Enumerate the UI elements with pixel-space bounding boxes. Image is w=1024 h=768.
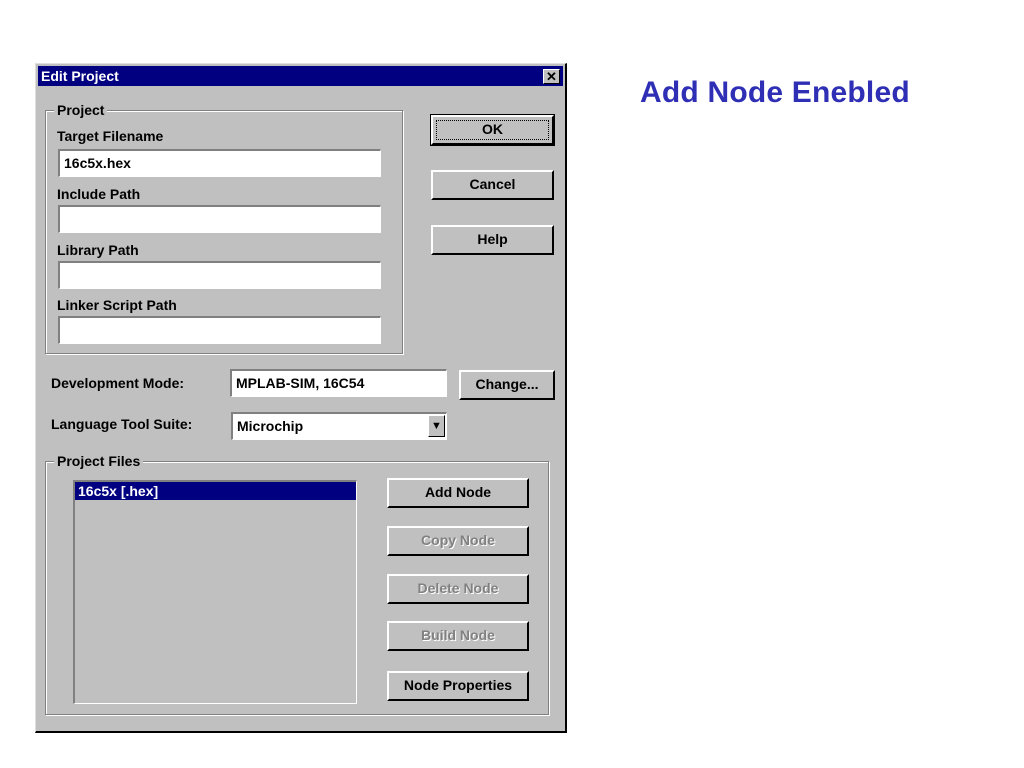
include-path-field[interactable]: [58, 205, 381, 233]
dialog-titlebar[interactable]: Edit Project ✕: [38, 66, 563, 86]
linker-script-path-label: Linker Script Path: [57, 297, 177, 313]
build-node-button[interactable]: Build Node: [387, 621, 529, 651]
delete-node-button[interactable]: Delete Node: [387, 574, 529, 604]
change-button[interactable]: Change...: [459, 370, 555, 400]
focus-rectangle: [436, 120, 549, 140]
slide-caption: Add Node Enebled: [640, 76, 910, 109]
development-mode-label: Development Mode:: [51, 375, 185, 391]
close-icon[interactable]: ✕: [543, 69, 560, 84]
target-filename-label: Target Filename: [57, 128, 164, 144]
help-button[interactable]: Help: [431, 225, 554, 255]
language-tool-suite-label: Language Tool Suite:: [51, 416, 193, 432]
language-tool-suite-select[interactable]: Microchip ▼: [231, 412, 447, 440]
language-tool-suite-value: Microchip: [237, 418, 304, 434]
add-node-button[interactable]: Add Node: [387, 478, 529, 508]
library-path-label: Library Path: [57, 242, 139, 258]
project-group-label: Project: [54, 102, 108, 118]
library-path-field[interactable]: [58, 261, 381, 289]
ok-button[interactable]: OK: [430, 114, 555, 146]
project-files-label: Project Files: [54, 453, 144, 469]
include-path-label: Include Path: [57, 186, 141, 202]
development-mode-field: MPLAB-SIM, 16C54: [230, 369, 447, 397]
list-item[interactable]: 16c5x [.hex]: [75, 482, 356, 500]
target-filename-field[interactable]: 16c5x.hex: [58, 149, 381, 177]
node-properties-button[interactable]: Node Properties: [387, 671, 529, 701]
dropdown-arrow-icon[interactable]: ▼: [428, 415, 445, 437]
dialog-title: Edit Project: [41, 68, 119, 84]
project-files-listbox[interactable]: 16c5x [.hex]: [73, 480, 357, 704]
edit-project-dialog: Edit Project ✕ Project Target Filename 1…: [35, 63, 567, 733]
copy-node-button[interactable]: Copy Node: [387, 526, 529, 556]
cancel-button[interactable]: Cancel: [431, 170, 554, 200]
linker-script-path-field[interactable]: [58, 316, 381, 344]
